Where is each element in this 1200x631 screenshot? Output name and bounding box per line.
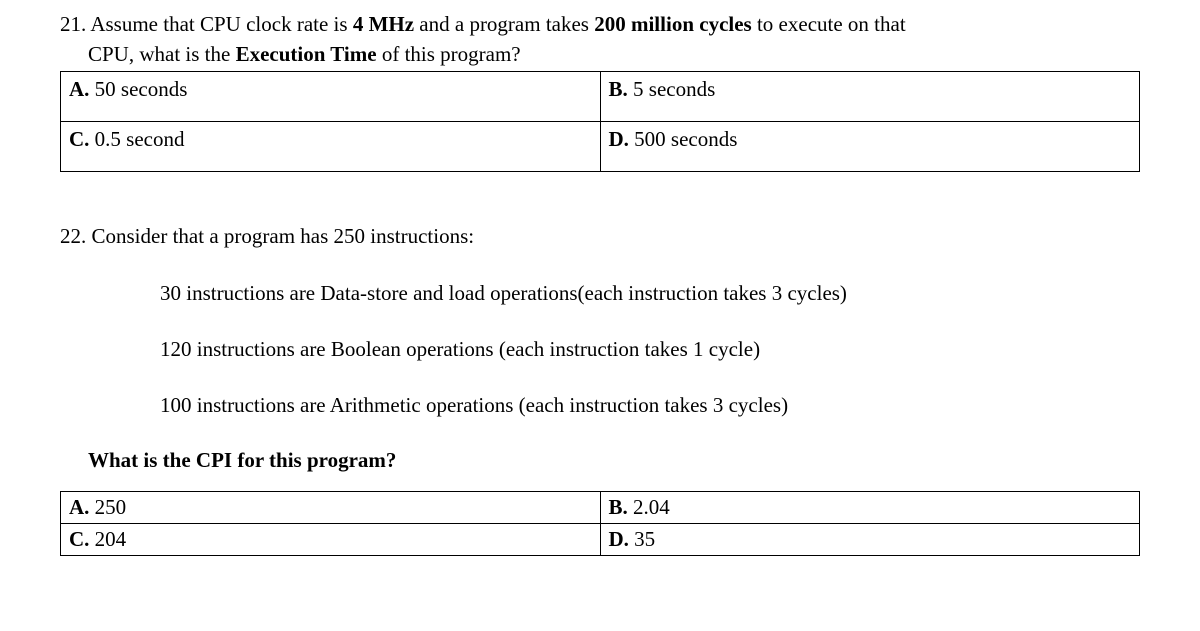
choice-text: 250	[89, 495, 126, 519]
q22-number: 22.	[60, 224, 86, 248]
q22-choice-d: D. 35	[600, 523, 1140, 555]
q21-text-a: Assume that CPU clock rate is	[86, 12, 353, 36]
q22-line1: 22. Consider that a program has 250 inst…	[60, 222, 1140, 250]
q21-number: 21.	[60, 12, 86, 36]
q22-choice-c: C. 204	[61, 523, 601, 555]
q21-choice-b: B. 5 seconds	[600, 71, 1140, 121]
q21-line2: CPU, what is the Execution Time of this …	[60, 40, 1140, 68]
choice-text: 50 seconds	[89, 77, 187, 101]
choice-text: 204	[89, 527, 126, 551]
choice-text: 500 seconds	[629, 127, 738, 151]
choice-label: B.	[609, 495, 628, 519]
exam-page: 21. Assume that CPU clock rate is 4 MHz …	[0, 0, 1200, 566]
table-row: C. 0.5 second D. 500 seconds	[61, 121, 1140, 171]
q21-choice-c: C. 0.5 second	[61, 121, 601, 171]
q21-text-b: and a program takes	[414, 12, 594, 36]
q22-sub2: 120 instructions are Boolean operations …	[160, 335, 1140, 363]
q22-choice-b: B. 2.04	[600, 491, 1140, 523]
choice-text: 0.5 second	[89, 127, 184, 151]
choice-text: 35	[629, 527, 655, 551]
q21-bold2: 200 million cycles	[594, 12, 751, 36]
q22-prompt: What is the CPI for this program?	[88, 448, 1140, 473]
q21-line2-bold: Execution Time	[236, 42, 377, 66]
choice-label: A.	[69, 495, 89, 519]
q21-line2-a: CPU, what is the	[88, 42, 236, 66]
q21-bold1: 4 MHz	[353, 12, 414, 36]
q21-text-c: to execute on that	[752, 12, 906, 36]
choice-text: 2.04	[628, 495, 670, 519]
choice-text: 5 seconds	[628, 77, 716, 101]
q22-sub1: 30 instructions are Data-store and load …	[160, 279, 1140, 307]
choice-label: C.	[69, 527, 89, 551]
choice-label: B.	[609, 77, 628, 101]
table-row: A. 250 B. 2.04	[61, 491, 1140, 523]
table-row: C. 204 D. 35	[61, 523, 1140, 555]
q21-line2-b: of this program?	[377, 42, 521, 66]
q21-choices: A. 50 seconds B. 5 seconds C. 0.5 second…	[60, 71, 1140, 173]
choice-label: D.	[609, 527, 629, 551]
q22-choice-a: A. 250	[61, 491, 601, 523]
choice-label: C.	[69, 127, 89, 151]
q22-sub3: 100 instructions are Arithmetic operatio…	[160, 391, 1140, 419]
q22-text: Consider that a program has 250 instruct…	[86, 224, 474, 248]
q22-choices: A. 250 B. 2.04 C. 204 D. 35	[60, 491, 1140, 557]
choice-label: D.	[609, 127, 629, 151]
q21-line1: 21. Assume that CPU clock rate is 4 MHz …	[60, 10, 1140, 38]
choice-label: A.	[69, 77, 89, 101]
q21-choice-d: D. 500 seconds	[600, 121, 1140, 171]
q21-choice-a: A. 50 seconds	[61, 71, 601, 121]
table-row: A. 50 seconds B. 5 seconds	[61, 71, 1140, 121]
